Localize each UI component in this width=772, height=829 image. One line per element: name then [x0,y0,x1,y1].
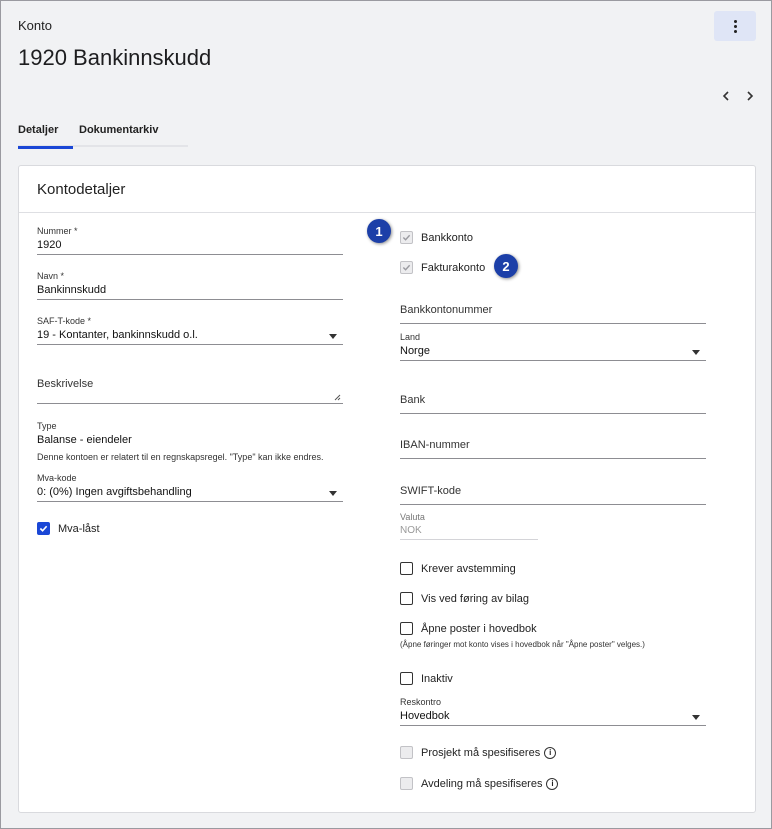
inaktiv-row[interactable]: Inaktiv [400,672,453,685]
inaktiv-label: Inaktiv [421,672,453,685]
navn-field[interactable]: Navn * Bankinnskudd [37,271,343,300]
krever-avstemming-label: Krever avstemming [421,562,516,575]
land-label: Land [400,332,421,342]
breadcrumb: Konto [18,18,52,33]
navn-label: Navn * [37,271,65,281]
resize-handle-icon[interactable] [334,394,341,401]
mva-last-checkbox[interactable] [37,522,50,535]
type-field: Type Balanse - eiendeler Denne kontoen e… [37,421,357,462]
mva-value: 0: (0%) Ingen avgiftsbehandling [37,486,192,498]
bankkontonummer-placeholder: Bankkontonummer [400,304,493,316]
land-value: Norge [400,345,430,357]
apne-poster-row[interactable]: Åpne poster i hovedbok [400,622,537,635]
bankkontonummer-input[interactable]: Bankkontonummer [400,300,706,324]
bank-input[interactable]: Bank [400,390,706,414]
krever-avstemming-checkbox[interactable] [400,562,413,575]
swift-input[interactable]: SWIFT-kode [400,481,706,505]
swift-placeholder: SWIFT-kode [400,485,462,497]
valuta-label: Valuta [400,512,425,522]
chevron-left-icon [722,91,729,101]
annotation-badge-2: 2 [494,254,518,278]
nummer-value: 1920 [37,239,62,251]
fakturakonto-checkbox-row[interactable]: Fakturakonto [400,261,485,274]
valuta-value: NOK [400,525,422,536]
vis-ved-foring-row[interactable]: Vis ved føring av bilag [400,592,529,605]
mva-kode-select[interactable]: Mva-kode 0: (0%) Ingen avgiftsbehandling [37,473,343,502]
apne-poster-checkbox[interactable] [400,622,413,635]
info-icon[interactable]: i [546,777,559,790]
type-note: Denne kontoen er relatert til en regnska… [37,452,324,462]
type-label: Type [37,421,57,431]
saft-kode-select[interactable]: SAF-T-kode * 19 - Kontanter, bankinnskud… [37,316,343,345]
chevron-down-icon [692,715,700,720]
fakturakonto-checkbox[interactable] [400,261,413,274]
mva-label: Mva-kode [37,473,77,483]
bank-placeholder: Bank [400,394,426,406]
land-select[interactable]: Land Norge [400,332,706,361]
inaktiv-checkbox[interactable] [400,672,413,685]
reskontro-value: Hovedbok [400,710,450,722]
krever-avstemming-row[interactable]: Krever avstemming [400,562,516,575]
info-icon[interactable]: i [544,746,557,759]
beskrivelse-textarea[interactable]: Beskrivelse [37,374,343,404]
page-title: 1920 Bankinnskudd [18,45,212,70]
mva-last-label: Mva-låst [58,522,100,535]
chevron-down-icon [329,491,337,496]
bankkonto-checkbox[interactable] [400,231,413,244]
checkmark-icon [402,234,411,241]
reskontro-select[interactable]: Reskontro Hovedbok [400,697,706,726]
prosjekt-checkbox[interactable] [400,746,413,759]
avdeling-label: Avdeling må spesifiseres [421,777,543,790]
tab-detaljer[interactable]: Detaljer [18,124,73,149]
vis-ved-foring-label: Vis ved føring av bilag [421,592,530,605]
saft-value: 19 - Kontanter, bankinnskudd o.l. [37,329,198,341]
avdeling-checkbox[interactable] [400,777,413,790]
iban-input[interactable]: IBAN-nummer [400,435,706,459]
prosjekt-row[interactable]: Prosjekt må spesifiseres i [400,746,557,759]
navn-value: Bankinnskudd [37,284,107,296]
previous-button[interactable] [714,84,738,108]
more-options-button[interactable] [714,11,756,41]
annotation-badge-1: 1 [367,219,391,243]
vis-ved-foring-checkbox[interactable] [400,592,413,605]
chevron-down-icon [329,334,337,339]
nummer-field[interactable]: Nummer * 1920 [37,226,343,255]
chevron-down-icon [692,350,700,355]
reskontro-label: Reskontro [400,697,442,707]
kebab-icon [733,19,737,33]
bankkonto-label: Bankkonto [421,231,473,244]
iban-placeholder: IBAN-nummer [400,439,470,451]
bankkonto-checkbox-row[interactable]: Bankkonto [400,231,473,244]
prosjekt-label: Prosjekt må spesifiseres [421,746,541,759]
apne-poster-note: (Åpne føringer mot konto vises i hovedbo… [400,640,645,649]
tab-dokumentarkiv[interactable]: Dokumentarkiv [79,124,170,147]
account-details-card: Kontodetaljer Nummer * 1920 Navn * Banki… [18,165,756,813]
next-button[interactable] [738,84,762,108]
checkmark-icon [402,264,411,271]
nummer-label: Nummer * [37,226,78,236]
beskrivelse-placeholder: Beskrivelse [37,378,94,390]
mva-last-checkbox-row[interactable]: Mva-låst [37,522,100,535]
avdeling-row[interactable]: Avdeling må spesifiseres i [400,777,559,790]
checkmark-icon [39,525,48,532]
fakturakonto-label: Fakturakonto [421,261,486,274]
card-title: Kontodetaljer [19,166,755,213]
tab-bar: Detaljer Dokumentarkiv [18,124,189,149]
valuta-field: Valuta NOK [400,512,538,540]
saft-label: SAF-T-kode * [37,316,92,326]
chevron-right-icon [747,91,754,101]
apne-poster-label: Åpne poster i hovedbok [421,622,537,635]
type-value: Balanse - eiendeler [37,434,132,446]
